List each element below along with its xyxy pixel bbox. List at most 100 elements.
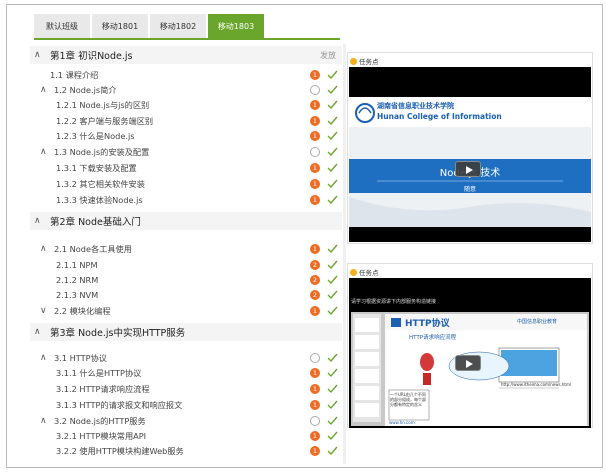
check-icon xyxy=(327,70,338,80)
task-count-badge: 1 xyxy=(310,306,320,316)
empty-status-icon xyxy=(310,147,320,157)
task-count-badge: 1 xyxy=(310,400,320,410)
outline-title[interactable]: 1.2.3 什么是Node.js xyxy=(56,130,135,142)
outline-title[interactable]: 2.2 模块化编程 xyxy=(54,305,111,317)
course-outline: ∧ 第1章 初识Node.js 发放 1.1 课程介绍 1 ∧ 1.2 Node.js简介 1… xyxy=(30,44,342,464)
task-count-badge: 1 xyxy=(310,368,320,378)
empty-status-icon xyxy=(310,416,320,426)
chevron-up-icon[interactable]: ∧ xyxy=(40,147,50,157)
chevron-up-icon[interactable]: ∧ xyxy=(40,416,50,426)
chevron-up-icon[interactable]: ∧ xyxy=(34,216,44,226)
check-icon xyxy=(327,163,338,173)
check-icon xyxy=(327,195,338,205)
outline-title[interactable]: 3.1.2 HTTP请求响应流程 xyxy=(56,383,150,395)
outline-title[interactable]: 1.2 Node.js简介 xyxy=(54,84,117,96)
check-icon xyxy=(327,384,338,394)
task-count-badge: 1 xyxy=(310,195,320,205)
outline-title[interactable]: 1.3.2 其它相关软件安装 xyxy=(56,178,145,190)
task-point-text-2: 任务点 xyxy=(359,269,379,277)
outline-title[interactable]: 1.2.2 客户端与服务端区别 xyxy=(56,115,153,127)
class-tabs: 默认班级 移动1801 移动1802 移动1803 xyxy=(34,14,266,38)
outline-title[interactable]: 1.3 Node.js的安装及配置 xyxy=(54,146,149,158)
school-name-cn: 湖南省信息职业技术学院 xyxy=(377,102,454,110)
outline-title[interactable]: 3.2 Node.js的HTTP服务 xyxy=(54,415,146,427)
task-point-label: 任务点 xyxy=(350,56,379,66)
lesson-row[interactable]: 3.2.2 使用HTTP模块构建Web服务 1 xyxy=(30,442,342,460)
check-icon xyxy=(327,290,338,300)
section-row[interactable]: ∨ 2.2 模块化编程 1 xyxy=(30,302,342,320)
slide2-footer: www.hn.com xyxy=(389,420,415,425)
check-icon xyxy=(327,446,338,456)
task-count-badge: 1 xyxy=(310,116,320,126)
task-count-badge: 1 xyxy=(310,446,320,456)
task-count-badge: 1 xyxy=(310,244,320,254)
outline-title[interactable]: 2.1.2 NRM xyxy=(56,275,98,285)
outline-title[interactable]: 2.1.3 NVM xyxy=(56,290,98,300)
task-count-badge: 1 xyxy=(310,163,320,173)
outline-title[interactable]: 3.1.1 什么是HTTP协议 xyxy=(56,367,141,379)
slide2-url: http://www.itheima.com/news.html xyxy=(501,382,572,387)
task-count-badge: 2 xyxy=(310,275,320,285)
outline-title[interactable]: 3.2.1 HTTP模块常用API xyxy=(56,430,146,442)
slide2-org: 中国信息职业教育 xyxy=(517,319,558,325)
slide2-title: HTTP协议 xyxy=(405,319,450,329)
slide-subtitle: 随意 xyxy=(463,186,476,193)
chevron-up-icon[interactable]: ∧ xyxy=(40,244,50,254)
check-icon xyxy=(327,85,338,95)
outline-title[interactable]: 1.1 课程介绍 xyxy=(50,69,98,81)
outline-title[interactable]: 2.1 Node各工具使用 xyxy=(54,243,132,255)
tab-class-1803[interactable]: 移动1803 xyxy=(208,14,264,38)
outline-title[interactable]: 2.1.1 NPM xyxy=(56,260,98,270)
video-panel-1: 任务点 湖南省信息职业技术学院 Hunan College of Informa… xyxy=(347,52,593,244)
empty-status-icon xyxy=(310,353,320,363)
check-icon xyxy=(327,100,338,110)
task-count-badge: 1 xyxy=(310,179,320,189)
task-point-icon-2 xyxy=(350,268,357,276)
outline-title[interactable]: 第1章 初识Node.js xyxy=(50,48,132,62)
check-icon xyxy=(327,368,338,378)
outline-title[interactable]: 1.3.3 快速体验Node.js xyxy=(56,194,143,206)
slide-thumbnail-1 xyxy=(349,97,591,227)
task-point-label-2: 任务点 xyxy=(350,267,379,277)
check-icon xyxy=(327,353,338,363)
outline-scrollbar[interactable] xyxy=(343,44,346,464)
outline-title[interactable]: 1.2.1 Node.js与js的区别 xyxy=(56,99,149,111)
chevron-down-icon[interactable]: ∨ xyxy=(40,306,50,316)
outline-title[interactable]: 第3章 Node.js中实现HTTP服务 xyxy=(50,325,185,339)
tab-class-1801[interactable]: 移动1801 xyxy=(92,14,148,38)
task-point-text: 任务点 xyxy=(359,58,379,66)
outline-title[interactable]: 3.1 HTTP协议 xyxy=(54,352,107,364)
play-button-1[interactable] xyxy=(455,161,481,177)
outline-title[interactable]: 3.2.2 使用HTTP模块构建Web服务 xyxy=(56,445,184,457)
publish-link[interactable]: 发放 xyxy=(320,50,336,61)
chapter-row[interactable]: ∧ 第1章 初识Node.js 发放 xyxy=(30,46,342,64)
check-icon xyxy=(327,306,338,316)
outline-title[interactable]: 第2章 Node基础入门 xyxy=(50,214,141,228)
slide-thumbnail-2 xyxy=(351,312,589,426)
task-count-badge: 1 xyxy=(310,131,320,141)
chevron-up-icon[interactable]: ∧ xyxy=(34,50,44,60)
chevron-up-icon[interactable]: ∧ xyxy=(40,85,50,95)
chapter-row[interactable]: ∧ 第3章 Node.js中实现HTTP服务 xyxy=(30,323,342,341)
chevron-up-icon[interactable]: ∧ xyxy=(34,327,44,337)
check-icon xyxy=(327,131,338,141)
video-player-1[interactable]: 湖南省信息职业技术学院 Hunan College of Information… xyxy=(349,67,591,242)
lesson-row[interactable]: 1.3.3 快速体验Node.js 1 xyxy=(30,191,342,209)
check-icon xyxy=(327,275,338,285)
tab-underline xyxy=(34,38,340,40)
check-icon xyxy=(327,260,338,270)
play-button-2[interactable] xyxy=(455,355,481,371)
chevron-up-icon[interactable]: ∧ xyxy=(40,353,50,363)
video-player-2[interactable]: 请学习根据资源讲下内部服务构造链接 HTTP协议 中国信息职业教育 HTTP请求… xyxy=(349,278,591,428)
slide2-bullet: HTTP请求响应流程 xyxy=(409,335,457,341)
task-count-badge: 1 xyxy=(310,70,320,80)
chapter-row[interactable]: ∧ 第2章 Node基础入门 xyxy=(30,212,342,230)
task-point-icon xyxy=(350,57,357,65)
outline-title[interactable]: 3.1.3 HTTP的请求报文和响应报文 xyxy=(56,399,182,411)
tab-class-1802[interactable]: 移动1802 xyxy=(150,14,206,38)
outline-title[interactable]: 1.3.1 下载安装及配置 xyxy=(56,162,137,174)
tab-class-default[interactable]: 默认班级 xyxy=(34,14,90,38)
check-icon xyxy=(327,431,338,441)
check-icon xyxy=(327,416,338,426)
check-icon xyxy=(327,179,338,189)
